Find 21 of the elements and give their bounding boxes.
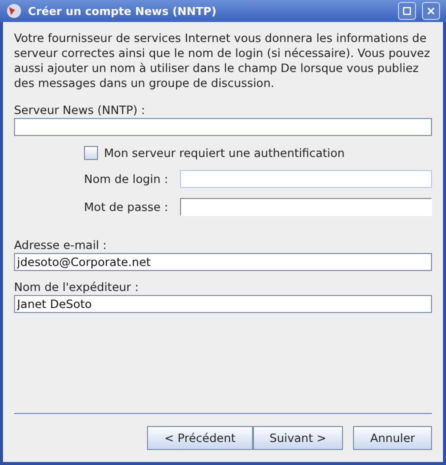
field-label: Nom de login : <box>84 172 170 186</box>
field-label: Nom de l'expéditeur : <box>14 280 140 295</box>
close-button[interactable] <box>422 2 440 20</box>
email-field[interactable]: jdesoto@Corporate.net <box>14 253 432 271</box>
close-icon <box>427 7 435 15</box>
checkbox[interactable] <box>84 146 98 160</box>
field-label: Mot de passe : <box>84 200 170 214</box>
login-field[interactable] <box>180 170 432 188</box>
maximize-icon <box>403 7 411 15</box>
window-title: Créer un compte News (NNTP) <box>28 4 218 18</box>
field-label: Adresse e-mail : <box>14 238 108 253</box>
password-field[interactable] <box>180 198 432 216</box>
next-button[interactable]: Suivant > <box>252 426 344 450</box>
app-icon <box>6 3 22 19</box>
intro-text: Votre fournisseur de services Internet vous donnera les informations de serveur correctes ainsi que le nom de login (si nécessaire). Vous pouvez aussi ajouter un nom à utiliser dans le champ De lorsque vous publiez des messages dans un groupe de discussion. <box>14 31 431 91</box>
cancel-button[interactable]: Annuler <box>353 426 432 450</box>
field-label: Serveur News (NNTP) : <box>14 103 146 118</box>
server-field[interactable] <box>14 118 432 136</box>
back-button[interactable]: < Précédent <box>147 426 253 450</box>
maximize-button[interactable] <box>398 2 416 20</box>
checkbox-label: Mon serveur requiert une authentification <box>104 146 345 160</box>
